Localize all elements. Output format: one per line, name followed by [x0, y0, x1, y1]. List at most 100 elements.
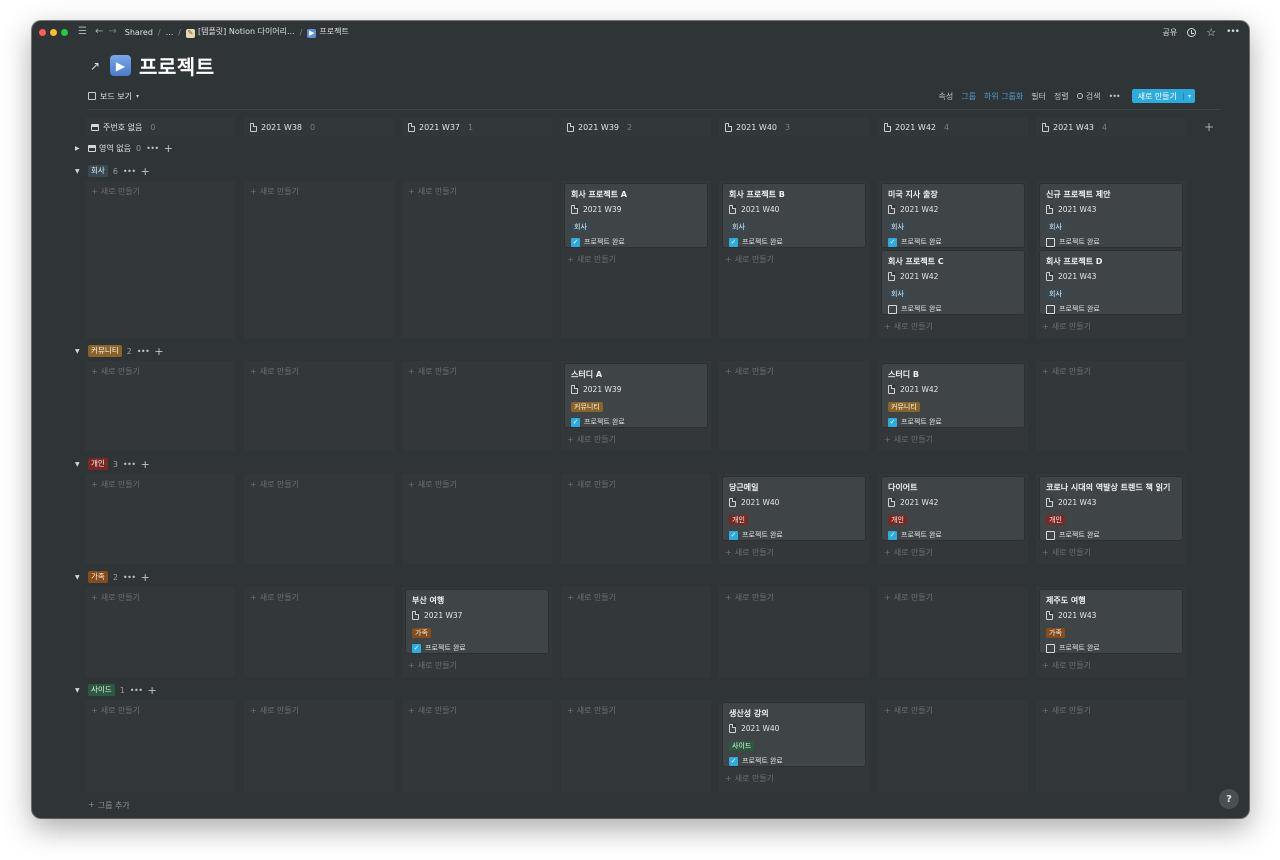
group-personal[interactable]: ▼ 개인 3 ••• + — [75, 457, 150, 471]
add-card-button[interactable]: + 새로 만들기 — [408, 705, 457, 716]
add-card-button[interactable]: + 새로 만들기 — [725, 366, 774, 377]
add-card-button[interactable]: + 새로 만들기 — [884, 592, 933, 603]
column-w39[interactable]: 2021 W39 2 — [561, 118, 711, 136]
card[interactable]: 제주도 여행 2021 W43 가족 프로젝트 완료 — [1040, 590, 1182, 653]
add-column-button[interactable]: + — [1200, 118, 1218, 136]
group-more-icon[interactable]: ••• — [123, 573, 136, 582]
card[interactable]: 생산성 강의 2021 W40 사이드 ✓ 프로젝트 완료 — [723, 703, 865, 766]
forward-arrow-icon[interactable]: → — [108, 27, 116, 37]
group-add-icon[interactable]: + — [141, 458, 150, 471]
updates-clock-icon[interactable] — [1187, 27, 1197, 37]
add-card-button[interactable]: + 새로 만들기 — [567, 434, 616, 445]
card[interactable]: 미국 지사 출장 2021 W42 회사 ✓ 프로젝트 완료 — [882, 184, 1024, 247]
group-more-icon[interactable]: ••• — [130, 686, 143, 695]
column-w40[interactable]: 2021 W40 3 — [719, 118, 869, 136]
column-w37[interactable]: 2021 W37 1 — [402, 118, 552, 136]
properties-button[interactable]: 속성 — [938, 91, 953, 102]
group-add-icon[interactable]: + — [141, 165, 150, 178]
open-page-arrow-icon[interactable]: ↗ — [90, 59, 102, 73]
breadcrumb-shared[interactable]: Shared — [125, 28, 153, 37]
card[interactable]: 코로나 시대의 역발상 트렌드 책 읽기 2021 W43 개인 프로젝트 완료 — [1040, 477, 1182, 540]
collapse-triangle-icon[interactable]: ▼ — [75, 461, 83, 468]
zoom-window-button[interactable] — [61, 28, 68, 36]
add-card-button[interactable]: + 새로 만들기 — [408, 660, 457, 671]
add-card-button[interactable]: + 새로 만들기 — [408, 366, 457, 377]
group-add-icon[interactable]: + — [147, 684, 156, 697]
add-card-button[interactable]: + 새로 만들기 — [91, 592, 140, 603]
more-options-icon[interactable]: ••• — [1226, 27, 1240, 37]
add-card-button[interactable]: + 새로 만들기 — [567, 479, 616, 490]
breadcrumb-project[interactable]: ▶ 프로젝트 — [307, 26, 349, 38]
add-card-button[interactable]: + 새로 만들기 — [567, 254, 616, 265]
card[interactable]: 스터디 B 2021 W42 커뮤니티 ✓ 프로젝트 완료 — [882, 364, 1024, 427]
add-card-button[interactable]: + 새로 만들기 — [884, 321, 933, 332]
unchecked-checkbox-icon[interactable] — [1046, 237, 1055, 247]
card[interactable]: 신규 프로젝트 제안 2021 W43 회사 프로젝트 완료 — [1040, 184, 1182, 247]
group-add-icon[interactable]: + — [141, 571, 150, 584]
add-card-button[interactable]: + 새로 만들기 — [884, 705, 933, 716]
group-more-icon[interactable]: ••• — [123, 167, 136, 176]
add-card-button[interactable]: + 새로 만들기 — [567, 705, 616, 716]
group-more-icon[interactable]: ••• — [123, 460, 136, 469]
card[interactable]: 회사 프로젝트 D 2021 W43 회사 프로젝트 완료 — [1040, 251, 1182, 314]
collapse-triangle-icon[interactable]: ▼ — [75, 574, 83, 581]
group-more-icon[interactable]: ••• — [137, 347, 150, 356]
add-card-button[interactable]: + 새로 만들기 — [408, 479, 457, 490]
new-button[interactable]: 새로 만들기 ▾ — [1131, 89, 1195, 103]
checked-checkbox-icon[interactable]: ✓ — [729, 237, 738, 247]
collapse-triangle-icon[interactable]: ▼ — [75, 348, 83, 355]
add-card-button[interactable]: + 새로 만들기 — [725, 547, 774, 558]
add-card-button[interactable]: + 새로 만들기 — [250, 479, 299, 490]
unchecked-checkbox-icon[interactable] — [888, 304, 897, 314]
card[interactable]: 회사 프로젝트 C 2021 W42 회사 프로젝트 완료 — [882, 251, 1024, 314]
column-no-week[interactable]: 주번호 없음 0 — [85, 118, 235, 136]
add-card-button[interactable]: + 새로 만들기 — [884, 434, 933, 445]
add-card-button[interactable]: + 새로 만들기 — [91, 705, 140, 716]
group-more-icon[interactable]: ••• — [146, 144, 159, 153]
add-card-button[interactable]: + 새로 만들기 — [725, 773, 774, 784]
view-selector[interactable]: 보드 보기 ▾ — [88, 91, 139, 102]
card[interactable]: 다이어트 2021 W42 개인 ✓ 프로젝트 완료 — [882, 477, 1024, 540]
group-community[interactable]: ▼ 커뮤니티 2 ••• + — [75, 344, 164, 358]
unchecked-checkbox-icon[interactable] — [1046, 304, 1055, 314]
breadcrumb-diary-template[interactable]: ✎ [템플릿] Notion 다이어리... — [185, 26, 295, 38]
add-group-button[interactable]: + 그룹 추가 — [88, 800, 130, 811]
view-more-icon[interactable]: ••• — [1108, 92, 1120, 101]
unchecked-checkbox-icon[interactable] — [1046, 530, 1055, 540]
checked-checkbox-icon[interactable]: ✓ — [888, 417, 897, 427]
group-add-icon[interactable]: + — [154, 345, 163, 358]
column-w42[interactable]: 2021 W42 4 — [878, 118, 1028, 136]
breadcrumb-ellipsis[interactable]: ... — [166, 28, 174, 37]
expand-triangle-icon[interactable]: ▶ — [75, 145, 83, 152]
group-side[interactable]: ▼ 사이드 1 ••• + — [75, 683, 157, 697]
add-card-button[interactable]: + 새로 만들기 — [1042, 660, 1091, 671]
checked-checkbox-icon[interactable]: ✓ — [729, 530, 738, 540]
page-title[interactable]: 프로젝트 — [139, 51, 215, 80]
collapse-triangle-icon[interactable]: ▼ — [75, 687, 83, 694]
add-card-button[interactable]: + 새로 만들기 — [567, 592, 616, 603]
collapse-triangle-icon[interactable]: ▼ — [75, 168, 83, 175]
add-card-button[interactable]: + 새로 만들기 — [250, 186, 299, 197]
add-card-button[interactable]: + 새로 만들기 — [1042, 547, 1091, 558]
card[interactable]: 회사 프로젝트 B 2021 W40 회사 ✓ 프로젝트 완료 — [723, 184, 865, 247]
column-w38[interactable]: 2021 W38 0 — [244, 118, 394, 136]
sort-button[interactable]: 정렬 — [1054, 91, 1069, 102]
group-add-icon[interactable]: + — [164, 142, 173, 155]
sub-group-button[interactable]: 하위 그룹화 — [984, 91, 1023, 102]
card[interactable]: 회사 프로젝트 A 2021 W39 회사 ✓ 프로젝트 완료 — [565, 184, 707, 247]
page-icon-play[interactable]: ▶ — [110, 55, 131, 76]
add-card-button[interactable]: + 새로 만들기 — [250, 705, 299, 716]
group-no-area[interactable]: ▶ 영역 없음 0 ••• + — [75, 141, 173, 155]
add-card-button[interactable]: + 새로 만들기 — [91, 479, 140, 490]
add-card-button[interactable]: + 새로 만들기 — [91, 366, 140, 377]
column-w43[interactable]: 2021 W43 4 — [1036, 118, 1186, 136]
add-card-button[interactable]: + 새로 만들기 — [250, 592, 299, 603]
add-card-button[interactable]: + 새로 만들기 — [1042, 366, 1091, 377]
unchecked-checkbox-icon[interactable] — [1046, 643, 1055, 653]
card[interactable]: 당근메일 2021 W40 개인 ✓ 프로젝트 완료 — [723, 477, 865, 540]
card[interactable]: 스터디 A 2021 W39 커뮤니티 ✓ 프로젝트 완료 — [565, 364, 707, 427]
minimize-window-button[interactable] — [50, 28, 57, 36]
group-family[interactable]: ▼ 가족 2 ••• + — [75, 570, 150, 584]
add-card-button[interactable]: + 새로 만들기 — [91, 186, 140, 197]
filter-button[interactable]: 필터 — [1031, 91, 1046, 102]
